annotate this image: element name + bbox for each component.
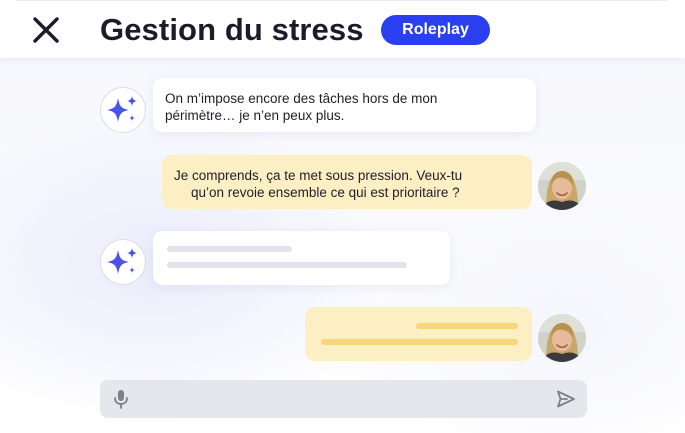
assistant-message-placeholder — [153, 231, 450, 285]
user-avatar — [538, 162, 586, 210]
assistant-message: On m’impose encore des tâches hors de mo… — [153, 78, 536, 132]
skeleton-line — [167, 262, 407, 268]
page-title: Gestion du stress — [100, 12, 364, 47]
send-icon — [557, 390, 575, 408]
send-button[interactable] — [554, 388, 578, 410]
user-avatar — [538, 314, 586, 362]
skeleton-line — [321, 339, 518, 345]
message-line: qu’on revoie ensemble ce qui est priorit… — [191, 185, 460, 200]
user-message-placeholder — [305, 307, 532, 361]
message-line: On m’impose encore des tâches hors de mo… — [165, 91, 438, 106]
skeleton-line — [167, 246, 292, 252]
close-button[interactable] — [28, 12, 64, 48]
message-line: Je comprends, ça te met sous pression. V… — [174, 168, 463, 183]
assistant-avatar — [100, 87, 146, 133]
skeleton-line — [416, 323, 518, 329]
microphone-icon — [114, 390, 128, 409]
user-photo — [538, 314, 586, 362]
header-bar: Gestion du stress Roleplay — [0, 0, 685, 58]
assistant-avatar — [100, 239, 146, 285]
header-divider — [16, 0, 668, 1]
sparkle-icon — [107, 96, 137, 122]
message-line: périmètre… je n’en peux plus. — [165, 108, 345, 123]
sparkle-icon — [107, 248, 137, 274]
message-composer[interactable] — [100, 380, 587, 418]
close-icon — [33, 17, 59, 43]
roleplay-badge: Roleplay — [381, 15, 490, 45]
user-photo — [538, 162, 586, 210]
microphone-button[interactable] — [110, 388, 132, 410]
user-message: Je comprends, ça te met sous pression. V… — [162, 155, 532, 209]
